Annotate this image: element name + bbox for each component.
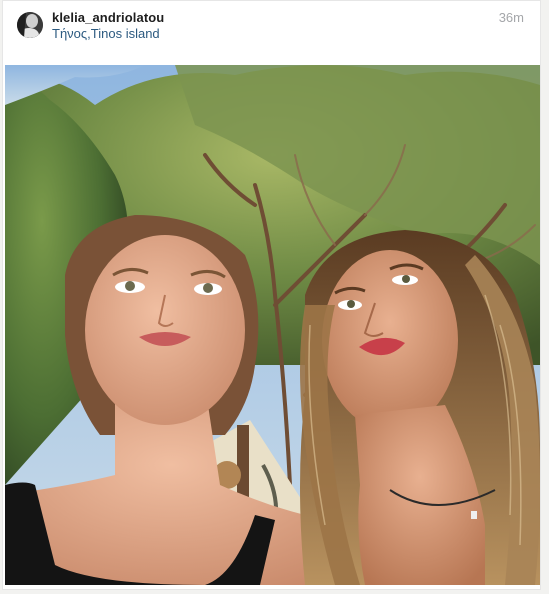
user-avatar[interactable] (17, 12, 43, 38)
profile-avatar-icon (17, 12, 43, 38)
instagram-post-card: klelia_andriolatou Τήνος,Tinos island 36… (2, 0, 541, 590)
selfie-photo (5, 65, 540, 585)
location-link[interactable]: Τήνος,Tinos island (52, 26, 160, 41)
post-header: klelia_andriolatou Τήνος,Tinos island 36… (3, 1, 540, 61)
post-photo[interactable] (5, 65, 540, 585)
username-link[interactable]: klelia_andriolatou (52, 10, 164, 25)
post-timestamp[interactable]: 36m (499, 10, 524, 25)
